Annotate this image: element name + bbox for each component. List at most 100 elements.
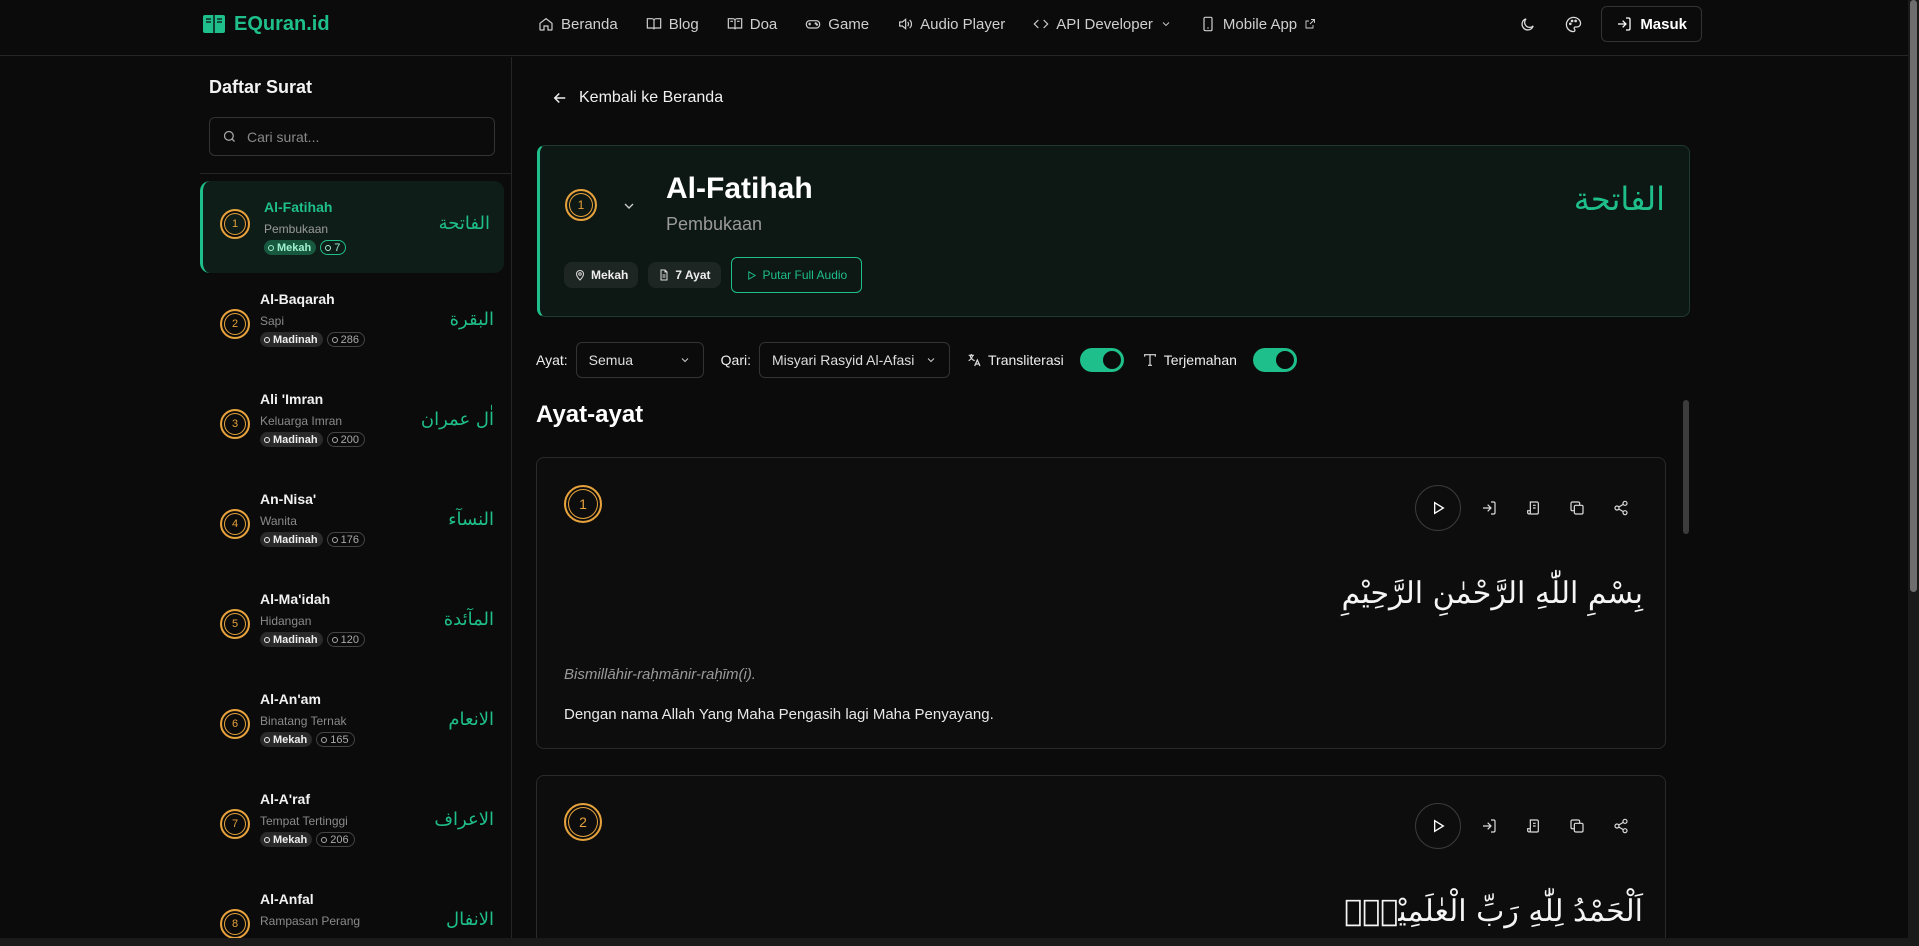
surah-badges: Mekah 206 (260, 832, 355, 847)
place-label: Mekah (277, 241, 312, 254)
verse-translation: Dengan nama Allah Yang Maha Pengasih lag… (564, 706, 994, 723)
surah-badges: Mekah 165 (260, 732, 355, 747)
surah-sidebar: Daftar Surat 1 Al-Fatihah Pembukaan Meka… (200, 57, 512, 946)
languages-icon (968, 354, 981, 367)
back-to-home-link[interactable]: Kembali ke Beranda (551, 89, 723, 107)
verse-controls: Ayat: Semua Qari: Misyari Rasyid Al-Afas… (536, 342, 1297, 378)
theme-toggle-button[interactable] (1509, 6, 1545, 42)
nav-item-mobile-app[interactable]: Mobile App (1200, 16, 1316, 33)
surah-meaning: Wanita (260, 514, 297, 528)
file-icon (321, 736, 328, 743)
search-icon (223, 130, 235, 142)
surah-number: 5 (220, 609, 250, 639)
surah-badges: Mekah 7 (264, 240, 347, 255)
brand-name: EQuran.id (234, 12, 330, 35)
place-label: Madinah (273, 333, 318, 346)
place-badge: Madinah (260, 332, 323, 347)
surah-item-al-maidah[interactable]: 5 Al-Ma'idah Hidangan Madinah 120 المآئد… (200, 581, 510, 681)
surah-number: 1 (565, 189, 597, 221)
surah-badges: Mekah 7 Ayat Putar Full Audio (564, 257, 863, 293)
surah-item-al-araf[interactable]: 7 Al-A'raf Tempat Tertinggi Mekah 206 ال… (200, 781, 510, 881)
gamepad-icon (806, 20, 821, 29)
play-verse-button[interactable] (1415, 485, 1461, 531)
play-full-label: Putar Full Audio (762, 268, 848, 282)
surah-name: Al-A'raf (260, 791, 310, 807)
transliteration-toggle[interactable] (1079, 348, 1124, 372)
place-badge: Mekah (264, 240, 317, 255)
login-button[interactable]: Masuk (1601, 6, 1702, 42)
play-verse-button[interactable] (1415, 803, 1461, 849)
surah-item-al-anfal[interactable]: 8 Al-Anfal Rampasan Perang الانفال (200, 881, 510, 946)
nav-label: Blog (668, 15, 699, 33)
book-icon (727, 18, 743, 30)
surah-arabic-name: المآئدة (443, 609, 494, 630)
translation-label: Terjemahan (1163, 352, 1237, 368)
play-icon (747, 270, 756, 280)
place-label: Mekah (591, 268, 629, 282)
surah-item-al-fatihah[interactable]: 1 Al-Fatihah Pembukaan Mekah 7 الفاتحة (200, 181, 504, 273)
verse-count-badge: 120 (326, 632, 365, 647)
tafsir-button[interactable] (1517, 492, 1549, 524)
go-to-verse-button[interactable] (1473, 810, 1505, 842)
nav-item-blog[interactable]: Blog (646, 16, 699, 33)
file-icon (331, 536, 338, 543)
surah-name: An-Nisa' (260, 491, 317, 507)
search-box[interactable] (209, 117, 495, 156)
tafsir-button[interactable] (1517, 810, 1549, 842)
translation-toggle[interactable] (1252, 348, 1297, 372)
transliteration-label: Transliterasi (988, 352, 1064, 368)
surah-arabic-title: الفاتحة (1573, 180, 1665, 218)
nav-item-beranda[interactable]: Beranda (538, 16, 618, 33)
file-icon (331, 436, 338, 443)
login-label: Masuk (1640, 15, 1687, 33)
surah-arabic-name: الانعام (448, 709, 494, 730)
ayat-select[interactable]: Semua (575, 342, 704, 378)
surah-arabic-name: الفاتحة (438, 213, 490, 234)
play-full-audio-button[interactable]: Putar Full Audio (730, 257, 863, 293)
sidebar-title: Daftar Surat (209, 77, 313, 97)
copy-button[interactable] (1561, 810, 1593, 842)
pin-icon (268, 244, 274, 251)
surah-item-al-baqarah[interactable]: 2 Al-Baqarah Sapi Madinah 286 البقرة (200, 281, 510, 381)
content-scrollbar-thumb[interactable] (1683, 400, 1689, 534)
qari-select-value: Misyari Rasyid Al-Afasi (772, 352, 915, 368)
qari-select[interactable]: Misyari Rasyid Al-Afasi (759, 342, 950, 378)
pin-icon (264, 736, 270, 743)
surah-badges: Madinah 200 (260, 432, 365, 447)
surah-number: 7 (220, 809, 250, 839)
verses-heading: Ayat-ayat (536, 401, 644, 428)
external-link-icon (1305, 19, 1316, 29)
nav-item-game[interactable]: Game (805, 16, 869, 33)
ayat-label: Ayat: (536, 352, 568, 368)
copy-button[interactable] (1561, 492, 1593, 524)
horizontal-scrollbar[interactable] (0, 938, 1908, 946)
search-input[interactable] (247, 128, 477, 145)
place-badge: Madinah (260, 532, 323, 547)
verse-count-badge: 200 (326, 432, 365, 447)
page-scrollbar-thumb[interactable] (1910, 0, 1917, 592)
book-logo-icon (203, 15, 225, 33)
share-button[interactable] (1605, 492, 1637, 524)
chevron-down-icon[interactable] (621, 198, 637, 214)
nav-item-audio-player[interactable]: Audio Player (897, 16, 1005, 33)
verse-count-badge: 206 (316, 832, 355, 847)
share-button[interactable] (1605, 810, 1637, 842)
surah-item-ali-imran[interactable]: 3 Ali 'Imran Keluarga Imran Madinah 200 … (200, 381, 510, 481)
verse-card: 2 اَلْحَمْدُ لِلّٰهِ رَبِّ الْعٰلَمِيْنَ… (536, 775, 1666, 946)
log-in-icon (1483, 819, 1496, 833)
brand[interactable]: EQuran.id (202, 10, 330, 38)
nav-links: Beranda Blog Doa Game Audio Player API D… (538, 12, 1316, 36)
surah-item-an-nisa[interactable]: 4 An-Nisa' Wanita Madinah 176 النسآء (200, 481, 510, 581)
chevron-down-icon (1162, 22, 1170, 27)
nav-item-doa[interactable]: Doa (727, 16, 777, 33)
palette-icon (1565, 16, 1582, 32)
verse-number: 2 (564, 803, 602, 841)
nav-item-api-developer[interactable]: API Developer (1033, 16, 1172, 33)
place-badge: Madinah (260, 432, 323, 447)
go-to-verse-button[interactable] (1473, 492, 1505, 524)
palette-button[interactable] (1555, 6, 1591, 42)
surah-item-al-anam[interactable]: 6 Al-An'am Binatang Ternak Mekah 165 الا… (200, 681, 510, 781)
surah-name: Al-Baqarah (260, 291, 335, 307)
surah-name: Al-Fatihah (264, 199, 333, 215)
surah-badges: Madinah 176 (260, 532, 365, 547)
